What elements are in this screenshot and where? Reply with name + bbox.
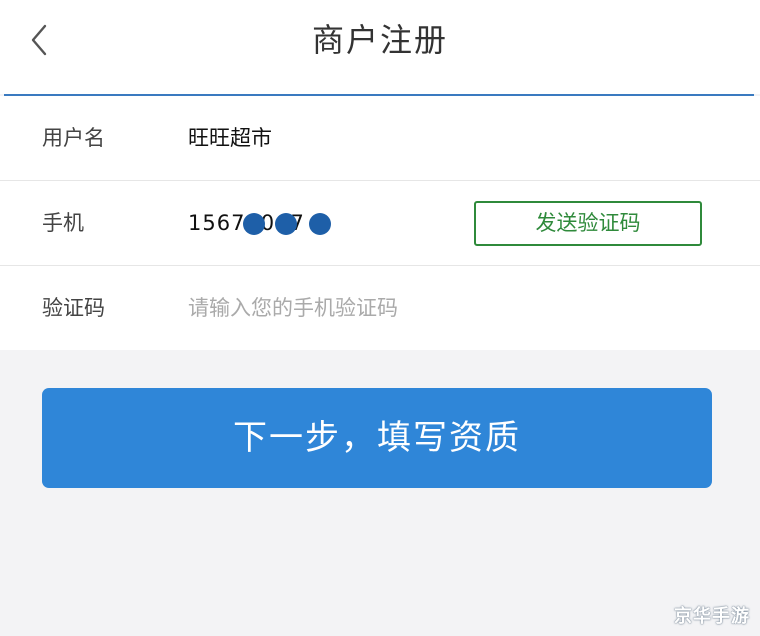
redaction-dot-icon bbox=[243, 213, 265, 235]
redaction-dot-icon bbox=[275, 213, 297, 235]
username-row: 用户名 旺旺超市 bbox=[0, 96, 760, 181]
send-code-button[interactable]: 发送验证码 bbox=[474, 201, 702, 246]
redaction-dot-icon bbox=[309, 213, 331, 235]
username-label: 用户名 bbox=[42, 126, 105, 150]
next-step-button[interactable]: 下一步，填写资质 bbox=[42, 388, 712, 488]
verification-row: 验证码 bbox=[0, 266, 760, 350]
top-bar: 商户注册 bbox=[0, 0, 760, 94]
page-title: 商户注册 bbox=[311, 21, 448, 59]
watermark-logo: 京华手游 bbox=[674, 606, 750, 627]
username-value[interactable]: 旺旺超市 bbox=[188, 96, 272, 180]
phone-label: 手机 bbox=[42, 211, 84, 235]
phone-row: 手机 1567 0 7 发送验证码 bbox=[0, 181, 760, 266]
verification-code-input[interactable] bbox=[188, 288, 708, 328]
registration-form: 用户名 旺旺超市 手机 1567 0 7 发送验证码 验证码 bbox=[0, 96, 760, 350]
verification-label: 验证码 bbox=[42, 296, 105, 320]
